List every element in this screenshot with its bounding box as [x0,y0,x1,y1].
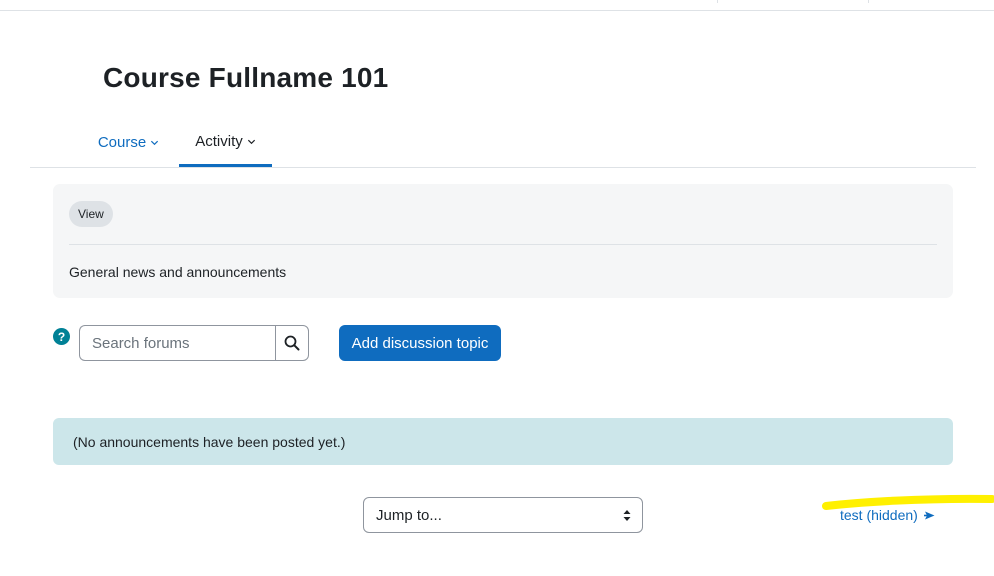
tab-activity-label: Activity [195,132,243,150]
jump-to-select[interactable]: Jump to... [363,497,643,533]
chevron-down-icon [151,140,159,146]
top-divider-tick [868,0,869,3]
next-activity-link[interactable]: test (hidden) [840,507,935,523]
search-button[interactable] [275,325,309,361]
arrow-right-icon [923,511,935,519]
next-activity-label: test (hidden) [840,507,918,523]
forum-description: General news and announcements [69,264,287,280]
search-forums-input[interactable] [79,325,276,361]
tab-course[interactable]: Course [92,118,165,167]
add-discussion-topic-button[interactable]: Add discussion topic [339,325,501,361]
top-divider [0,10,994,11]
top-divider-tick [717,0,718,3]
view-badge: View [69,201,113,227]
page-title: Course Fullname 101 [103,62,389,93]
search-icon [284,335,300,351]
notice-text: (No announcements have been posted yet.) [73,433,346,450]
tab-course-label: Course [97,134,147,151]
question-circle-icon[interactable]: ? [53,328,70,345]
no-announcements-notice: (No announcements have been posted yet.) [53,418,953,465]
chevron-down-icon [247,139,255,144]
tab-activity[interactable]: Activity [179,118,272,167]
select-updown-icon [623,510,631,521]
panel-divider [69,244,937,245]
jump-to-value: Jump to... [376,506,442,524]
activity-header-panel: View General news and announcements [53,184,953,298]
secondary-nav-tabs: Course Activity [30,118,976,168]
